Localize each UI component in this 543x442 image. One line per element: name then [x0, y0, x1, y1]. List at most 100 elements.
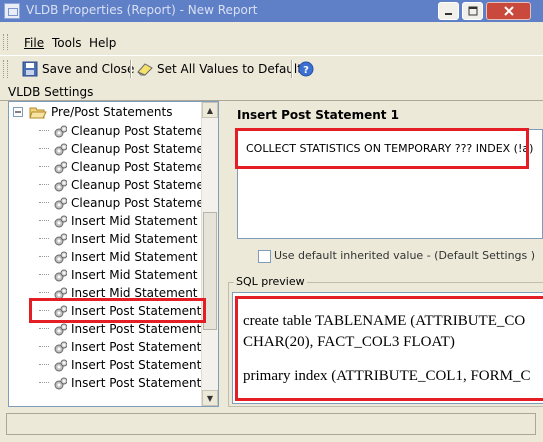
settings-gear-icon — [54, 197, 67, 210]
tree-item[interactable]: Insert Mid Statement 2 — [9, 230, 209, 248]
menu-tools-label: Tools — [52, 36, 82, 50]
tree-item-label: Cleanup Post Statement 1 — [71, 124, 219, 138]
settings-gear-icon — [54, 125, 67, 138]
close-icon — [503, 6, 514, 16]
tree-item-label: Insert Mid Statement 1 — [71, 214, 209, 228]
tree-connector — [39, 328, 49, 329]
maximize-button[interactable] — [462, 2, 483, 20]
tree-connector — [39, 130, 49, 131]
tree-connector — [39, 292, 49, 293]
tree-scrollbar[interactable]: ▲ ▼ — [201, 102, 218, 406]
settings-gear-icon — [54, 323, 67, 336]
svg-text:?: ? — [303, 65, 309, 76]
set-all-defaults-button[interactable]: Set All Values to Default — [136, 60, 302, 78]
tree-item[interactable]: Insert Mid Statement 1 — [9, 212, 209, 230]
window-title: VLDB Properties (Report) - New Report — [26, 3, 258, 17]
tree-connector — [39, 148, 49, 149]
settings-gear-icon — [54, 251, 67, 264]
toolbar-grip[interactable] — [3, 60, 8, 78]
help-button[interactable]: ? — [298, 60, 314, 78]
tree-connector — [39, 238, 49, 239]
tree-connector — [39, 364, 49, 365]
statement-editor: Insert Post Statement 1 COLLECT STATISTI… — [228, 101, 543, 271]
tree-connector — [39, 220, 49, 221]
settings-tree[interactable]: Pre/Post Statements Cleanup Post Stateme… — [8, 101, 219, 407]
eraser-icon — [137, 63, 153, 76]
scroll-up-button[interactable]: ▲ — [202, 102, 218, 118]
close-button[interactable] — [486, 2, 531, 20]
menu-tools[interactable]: Tools — [52, 36, 82, 50]
tree-item-label: Cleanup Post Statement 2 — [71, 142, 219, 156]
settings-gear-icon — [54, 143, 67, 156]
tree-item-label: Insert Mid Statement 3 — [71, 250, 209, 264]
minimize-icon — [445, 12, 452, 15]
menu-help[interactable]: Help — [89, 36, 116, 50]
selected-item-highlight-box — [29, 298, 206, 323]
tree-item[interactable]: Cleanup Post Statement 5 — [9, 194, 218, 212]
tree-connector — [39, 346, 49, 347]
tree-item-label: Cleanup Post Statement 5 — [71, 196, 219, 210]
scroll-down-button[interactable]: ▼ — [202, 390, 218, 406]
settings-gear-icon — [54, 359, 67, 372]
tree-item[interactable]: Cleanup Post Statement 1 — [9, 122, 218, 140]
toolbar-separator — [291, 60, 293, 78]
tree-item[interactable]: Cleanup Post Statement 2 — [9, 140, 218, 158]
save-and-close-button[interactable]: Save and Close — [22, 60, 134, 78]
tree-connector — [39, 202, 49, 203]
settings-gear-icon — [54, 215, 67, 228]
help-icon: ? — [298, 61, 314, 77]
save-icon — [22, 61, 38, 77]
settings-gear-icon — [54, 233, 67, 246]
statement-highlight-box — [235, 128, 529, 169]
tree-connector — [39, 274, 49, 275]
menu-file[interactable]: File — [24, 36, 44, 50]
tree-item[interactable]: Insert Mid Statement 4 — [9, 266, 209, 284]
sql-preview-label: SQL preview — [234, 275, 307, 288]
menu-file-label: File — [24, 36, 45, 50]
save-and-close-label: Save and Close — [42, 62, 135, 76]
statement-title: Insert Post Statement 1 — [237, 108, 400, 122]
set-all-defaults-label: Set All Values to Default — [157, 62, 302, 76]
tree-item-label: Cleanup Post Statement 4 — [71, 178, 219, 192]
menu-bar: File Tools Help — [0, 30, 543, 52]
title-bar[interactable]: VLDB Properties (Report) - New Report — [0, 0, 543, 22]
pane-splitter[interactable] — [221, 101, 226, 407]
tree-item-label: Insert Mid Statement 4 — [71, 268, 209, 282]
use-default-checkbox[interactable] — [258, 250, 271, 263]
maximize-icon — [468, 6, 477, 16]
tree-item[interactable]: Cleanup Post Statement 4 — [9, 176, 218, 194]
tree-item[interactable]: Cleanup Post Statement 3 — [9, 158, 218, 176]
tree-connector — [39, 166, 49, 167]
tree-item-label: Insert Mid Statement 2 — [71, 232, 209, 246]
vldb-properties-window: VLDB Properties (Report) - New Report Fi… — [0, 0, 543, 442]
tree-item[interactable]: Insert Post Statement 3 — [9, 338, 213, 356]
settings-gear-icon — [54, 161, 67, 174]
tree-item[interactable]: Insert Post Statement 4 — [9, 356, 213, 374]
tree-item-label: Insert Post Statement 5 — [71, 376, 213, 390]
collapse-icon[interactable] — [13, 107, 23, 117]
sql-highlight-box — [235, 296, 543, 401]
tree-connector — [39, 256, 49, 257]
tree-root-label: Pre/Post Statements — [51, 105, 173, 119]
tree-connector — [39, 184, 49, 185]
tree-item[interactable]: Insert Mid Statement 3 — [9, 248, 209, 266]
tree-item[interactable]: Insert Post Statement 5 — [9, 374, 213, 392]
toolbar-separator — [130, 60, 132, 78]
tree-item-label: Insert Post Statement 3 — [71, 340, 213, 354]
settings-gear-icon — [54, 341, 67, 354]
menu-help-label: Help — [89, 36, 117, 50]
use-default-label: Use default inherited value - (Default S… — [274, 249, 536, 262]
settings-gear-icon — [54, 269, 67, 282]
status-bar — [0, 411, 543, 442]
minimize-button[interactable] — [438, 2, 459, 20]
vldb-settings-label: VLDB Settings — [8, 85, 94, 99]
app-icon — [4, 3, 20, 19]
toolbar: Save and Close Set All Values to Default… — [0, 55, 543, 82]
menu-grip[interactable] — [3, 34, 8, 50]
settings-gear-icon — [54, 179, 67, 192]
tree-connector — [39, 382, 49, 383]
tree-item-label: Insert Post Statement 4 — [71, 358, 213, 372]
status-panel — [6, 413, 536, 435]
folder-open-icon — [29, 107, 47, 119]
settings-gear-icon — [54, 377, 67, 390]
